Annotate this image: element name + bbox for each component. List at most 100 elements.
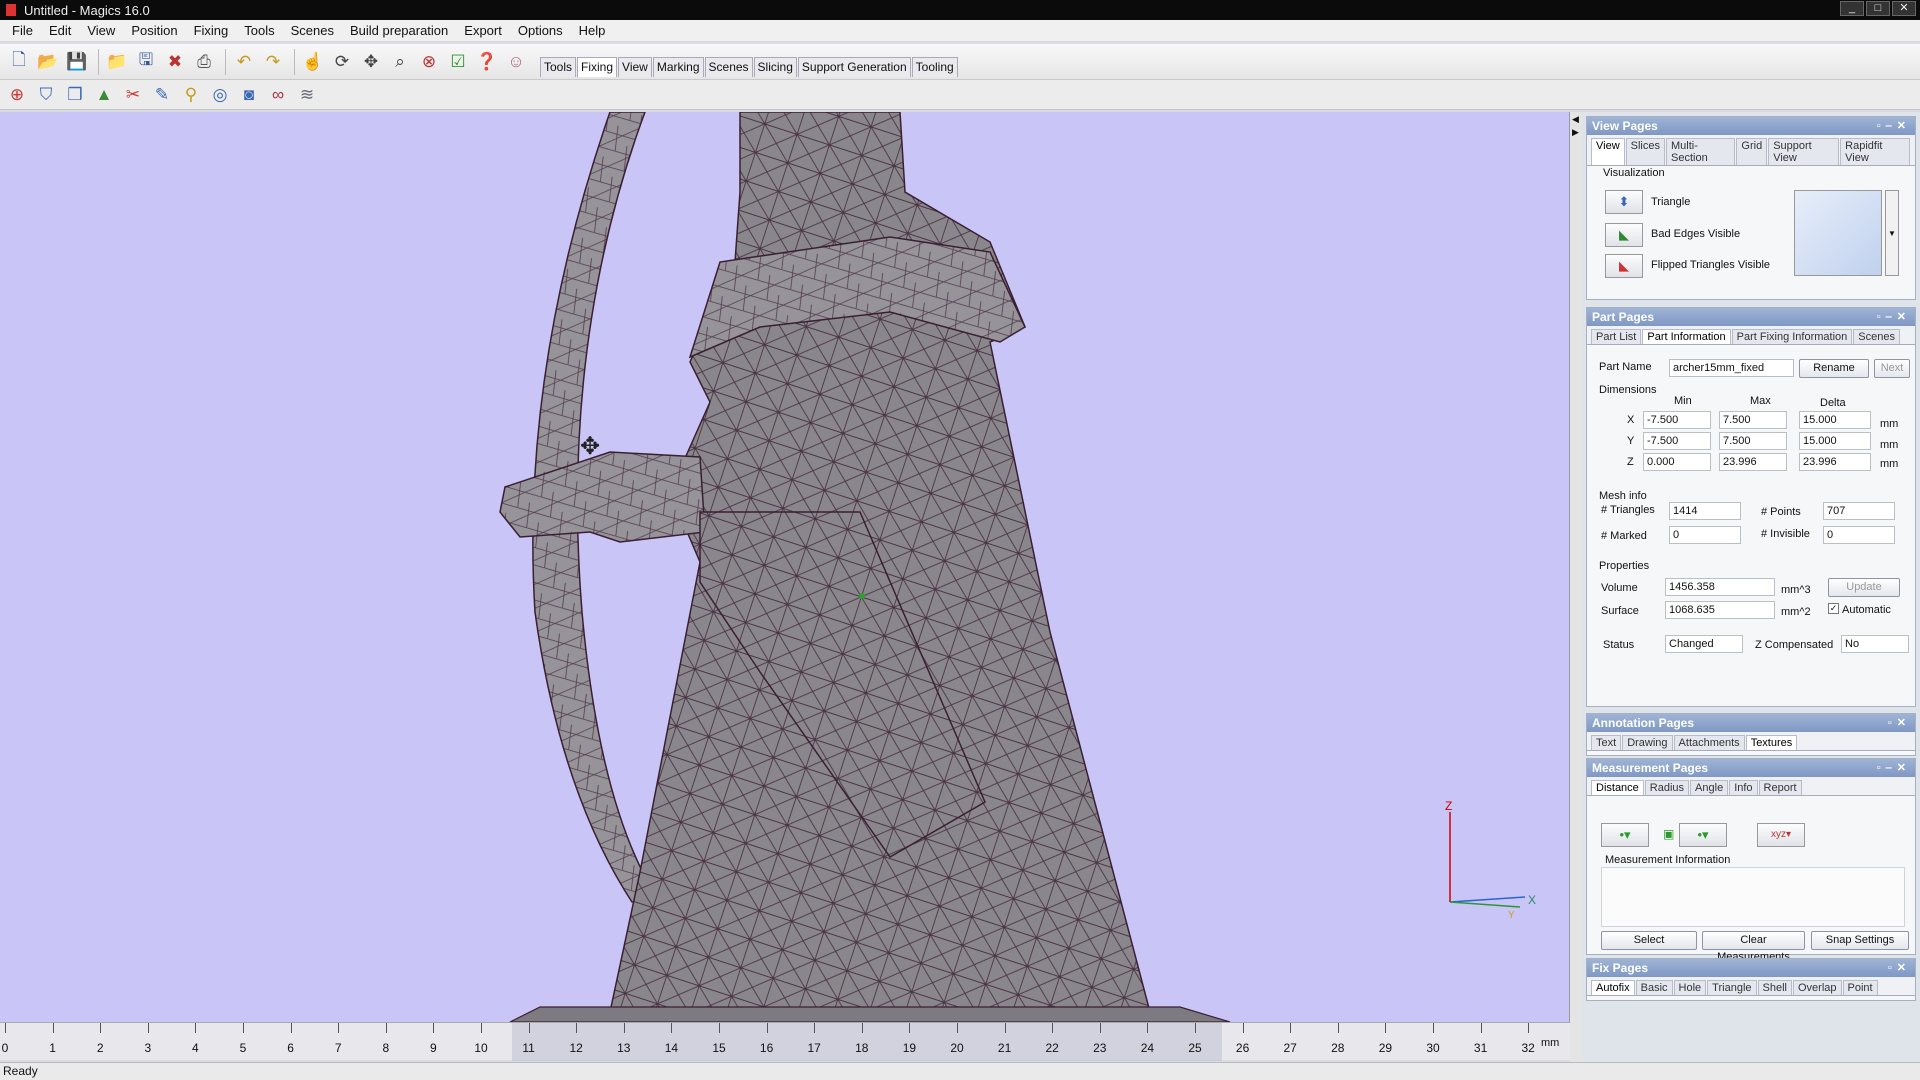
zoom-out-icon[interactable]: ⊗ — [416, 49, 442, 75]
support-icon[interactable]: ☺ — [503, 49, 529, 75]
menu-edit[interactable]: Edit — [41, 23, 79, 38]
collapse-left-icon[interactable]: ◀ — [1572, 114, 1582, 125]
view-cube-icon[interactable] — [1794, 190, 1882, 276]
automatic-checkbox[interactable]: ✓ — [1828, 603, 1839, 614]
save-icon[interactable]: 💾 — [64, 49, 90, 75]
point-snap-button[interactable]: •▾ — [1601, 823, 1649, 847]
tab-textures[interactable]: Textures — [1745, 735, 1798, 750]
panel-splitter[interactable]: ◀ ▶ — [1570, 112, 1582, 1062]
xyz-button[interactable]: xyz▾ — [1757, 823, 1805, 847]
delete-triangles-icon[interactable]: ✂ — [120, 83, 146, 107]
y-max-field[interactable]: 7.500 — [1719, 432, 1787, 450]
menu-build-preparation[interactable]: Build preparation — [342, 23, 456, 38]
pane-controls-icon[interactable]: ▫‒✕ — [1877, 308, 1911, 326]
hole-fill-icon[interactable]: ◎ — [207, 83, 233, 107]
x-delta-field[interactable]: 15.000 — [1799, 411, 1871, 429]
stitch-icon[interactable]: ∞ — [265, 83, 291, 107]
tab-angle[interactable]: Angle — [1690, 780, 1729, 795]
clear-measurements-button[interactable]: Clear Measurements — [1702, 931, 1805, 963]
tab-report[interactable]: Report — [1758, 780, 1802, 795]
tab-point[interactable]: Point — [1842, 980, 1878, 995]
noise-shell-icon[interactable]: ≋ — [294, 83, 320, 107]
chevron-down-icon[interactable]: ▼ — [1885, 190, 1899, 276]
tab-multi-section[interactable]: Multi-Section — [1666, 138, 1736, 165]
second-point-button[interactable]: •▾ — [1679, 823, 1727, 847]
mark-icon[interactable]: ✎ — [149, 83, 175, 107]
y-delta-field[interactable]: 15.000 — [1799, 432, 1871, 450]
shells-icon[interactable]: ❒ — [62, 83, 88, 107]
menu-scenes[interactable]: Scenes — [283, 23, 342, 38]
tab-info[interactable]: Info — [1729, 780, 1758, 795]
select-button[interactable]: Select — [1601, 931, 1697, 950]
tab-support-generation[interactable]: Support Generation — [797, 56, 911, 77]
pane-controls-icon[interactable]: ▫‒✕ — [1877, 117, 1911, 135]
tab-hole[interactable]: Hole — [1673, 980, 1707, 995]
tab-distance[interactable]: Distance — [1591, 780, 1644, 795]
print-icon[interactable]: ⎙ — [191, 49, 217, 75]
tab-support-view[interactable]: Support View — [1768, 138, 1840, 165]
menu-help[interactable]: Help — [571, 23, 614, 38]
tab-part-information[interactable]: Part Information — [1642, 329, 1731, 344]
menu-export[interactable]: Export — [456, 23, 510, 38]
menu-options[interactable]: Options — [510, 23, 571, 38]
x-max-field[interactable]: 7.500 — [1719, 411, 1787, 429]
tab-shell[interactable]: Shell — [1757, 980, 1792, 995]
zoom-icon[interactable]: ⌕ — [387, 49, 413, 75]
tab-fixing[interactable]: Fixing — [577, 56, 618, 77]
tab-tools[interactable]: Tools — [540, 56, 577, 77]
help-icon[interactable]: ❓ — [474, 49, 500, 75]
maximize-button[interactable]: □ — [1866, 1, 1890, 16]
y-min-field[interactable]: -7.500 — [1643, 432, 1711, 450]
pane-controls-icon[interactable]: ▫✕ — [1888, 959, 1911, 977]
redo-icon[interactable]: ↷ — [260, 49, 286, 75]
collapse-right-icon[interactable]: ▶ — [1572, 127, 1582, 138]
select-icon[interactable]: ☝ — [300, 49, 326, 75]
tab-basic[interactable]: Basic — [1635, 980, 1673, 995]
import-part-icon[interactable]: 📁 — [104, 49, 130, 75]
flipped-triangles-button[interactable]: ◣ — [1605, 254, 1643, 278]
tab-grid[interactable]: Grid — [1736, 138, 1768, 165]
z-min-field[interactable]: 0.000 — [1643, 453, 1711, 471]
undo-icon[interactable]: ↶ — [231, 49, 257, 75]
tab-autofix[interactable]: Autofix — [1591, 980, 1635, 995]
triangle-tool-icon[interactable]: ▲ — [91, 83, 117, 107]
tab-triangle[interactable]: Triangle — [1707, 980, 1757, 995]
tab-rapidfit-view[interactable]: Rapidfit View — [1840, 138, 1910, 165]
shell-fix-icon[interactable]: ◙ — [236, 83, 262, 107]
tab-tooling[interactable]: Tooling — [911, 56, 958, 77]
tab-view[interactable]: View — [1591, 138, 1625, 165]
z-delta-field[interactable]: 23.996 — [1799, 453, 1871, 471]
tab-slicing[interactable]: Slicing — [753, 56, 797, 77]
menu-view[interactable]: View — [79, 23, 123, 38]
pan-icon[interactable]: ✥ — [358, 49, 384, 75]
snap-settings-button[interactable]: Snap Settings — [1811, 931, 1909, 950]
tab-attachments[interactable]: Attachments — [1673, 735, 1745, 750]
menu-position[interactable]: Position — [123, 23, 185, 38]
tab-scenes[interactable]: Scenes — [1853, 329, 1900, 344]
menu-tools[interactable]: Tools — [236, 23, 282, 38]
update-button[interactable]: Update — [1828, 578, 1900, 597]
pane-controls-icon[interactable]: ▫‒✕ — [1877, 759, 1911, 777]
triangle-view-button[interactable]: ⬍ — [1605, 190, 1643, 214]
tab-radius[interactable]: Radius — [1644, 780, 1690, 795]
fix-wizard-icon[interactable]: ⛉ — [33, 83, 59, 107]
tab-view[interactable]: View — [618, 56, 652, 77]
add-triangle-icon[interactable]: ⊕ — [4, 83, 30, 107]
tab-overlap[interactable]: Overlap — [1792, 980, 1842, 995]
tab-marking[interactable]: Marking — [652, 56, 704, 77]
close-button[interactable]: ✕ — [1892, 1, 1916, 16]
next-button[interactable]: Next — [1874, 359, 1910, 378]
menu-file[interactable]: File — [4, 23, 41, 38]
rotate-icon[interactable]: ⟳ — [329, 49, 355, 75]
tab-slices[interactable]: Slices — [1625, 138, 1665, 165]
filter-icon[interactable]: ⚲ — [178, 83, 204, 107]
part-name-select[interactable]: archer15mm_fixed — [1669, 359, 1794, 377]
new-file-icon[interactable]: 🗋 — [6, 49, 32, 75]
tab-scenes[interactable]: Scenes — [704, 56, 753, 77]
unload-part-icon[interactable]: ✖ — [162, 49, 188, 75]
tab-part-list[interactable]: Part List — [1591, 329, 1642, 344]
checkmark-icon[interactable]: ☑ — [445, 49, 471, 75]
bad-edges-button[interactable]: ◣ — [1605, 223, 1643, 247]
tab-drawing[interactable]: Drawing — [1622, 735, 1673, 750]
tab-text[interactable]: Text — [1591, 735, 1622, 750]
